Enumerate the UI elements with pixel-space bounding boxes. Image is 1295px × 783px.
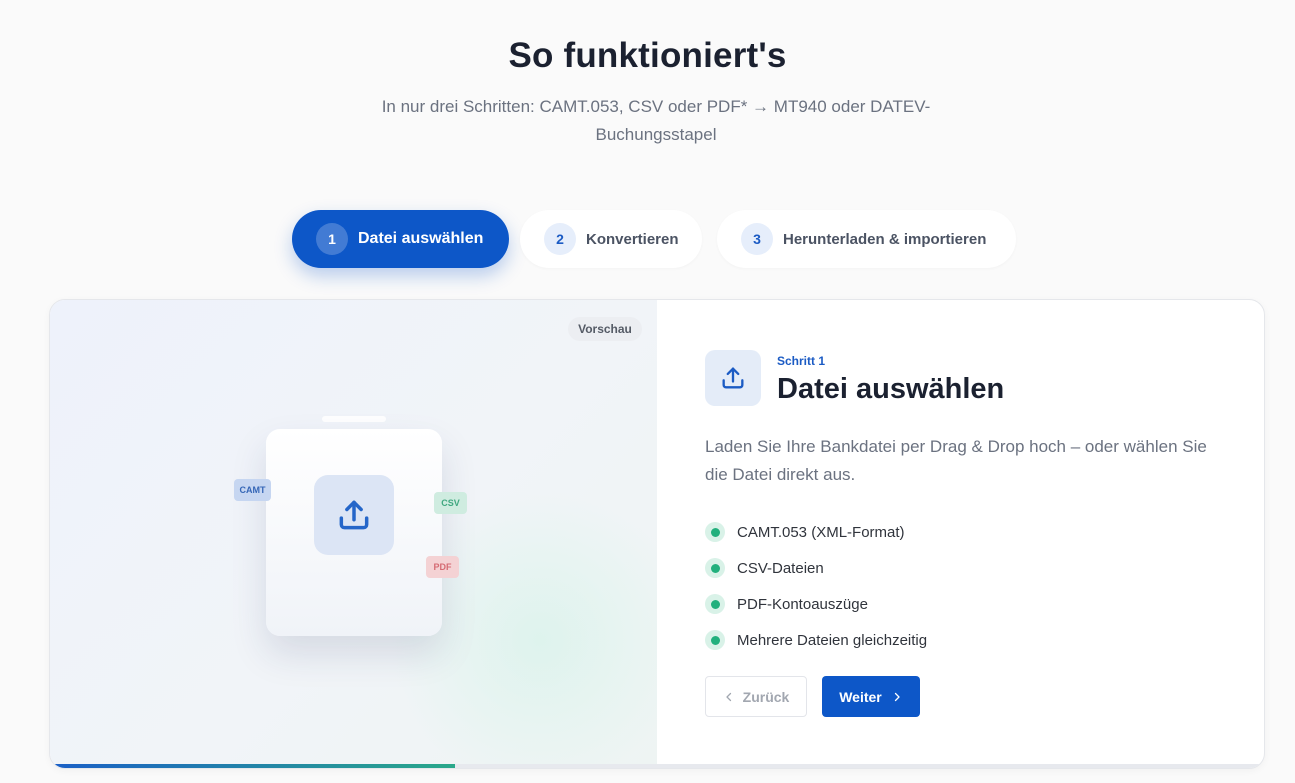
step-label: Schritt 1 — [777, 354, 826, 368]
chip-csv: CSV — [434, 492, 467, 514]
step-number: 3 — [741, 223, 773, 255]
chip-camt: CAMT — [234, 479, 271, 501]
tab-step-1[interactable]: 1 Datei auswählen — [292, 210, 509, 268]
feature-text: CAMT.053 (XML-Format) — [737, 523, 905, 541]
file-tab-handle — [322, 416, 386, 422]
check-dot-icon — [705, 522, 725, 542]
step-icon-box — [705, 350, 761, 406]
check-dot-icon — [705, 594, 725, 614]
list-item: Mehrere Dateien gleichzeitig — [705, 622, 927, 658]
next-button-label: Weiter — [839, 688, 882, 705]
check-dot-icon — [705, 558, 725, 578]
section-subtitle: In nur drei Schritten: CAMT.053, CSV ode… — [381, 97, 931, 144]
next-button[interactable]: Weiter — [822, 676, 920, 717]
chip-pdf: PDF — [426, 556, 459, 578]
tab-step-2[interactable]: 2 Konvertieren — [520, 210, 702, 268]
chevron-right-icon — [891, 691, 903, 703]
progress-track — [50, 764, 1264, 768]
progress-fill — [50, 764, 455, 768]
step-tab-label: Herunterladen & importieren — [783, 230, 987, 248]
step-number: 2 — [544, 223, 576, 255]
preview-panel: Vorschau CAMT CSV PDF — [50, 300, 657, 768]
file-drop-card — [266, 429, 442, 636]
step-tab-label: Konvertieren — [586, 230, 679, 248]
step-number: 1 — [316, 223, 348, 255]
step-description: Laden Sie Ihre Bankdatei per Drag & Drop… — [705, 437, 1207, 484]
feature-text: PDF-Kontoauszüge — [737, 595, 868, 613]
feature-list: CAMT.053 (XML-Format) CSV-Dateien PDF-Ko… — [705, 514, 927, 658]
back-button-label: Zurück — [742, 688, 790, 705]
list-item: CAMT.053 (XML-Format) — [705, 514, 927, 550]
upload-icon — [339, 500, 369, 530]
how-it-works-section: So funktioniert's In nur drei Schritten:… — [0, 0, 1295, 783]
upload-icon-box — [314, 475, 394, 555]
tab-step-3[interactable]: 3 Herunterladen & importieren — [717, 210, 1016, 268]
feature-text: Mehrere Dateien gleichzeitig — [737, 631, 928, 649]
step-card: Vorschau CAMT CSV PDF Schritt 1 Datei au… — [49, 299, 1265, 769]
check-dot-icon — [705, 630, 725, 650]
back-button[interactable]: Zurück — [705, 676, 807, 717]
list-item: CSV-Dateien — [705, 550, 927, 586]
step-tab-label: Datei auswählen — [358, 230, 484, 247]
list-item: PDF-Kontoauszüge — [705, 586, 927, 622]
preview-badge: Vorschau — [568, 317, 642, 341]
chevron-left-icon — [723, 691, 735, 703]
step-title: Datei auswählen — [777, 373, 1005, 405]
section-title: So funktioniert's — [508, 36, 787, 75]
upload-icon — [722, 367, 744, 389]
feature-text: CSV-Dateien — [737, 559, 824, 577]
